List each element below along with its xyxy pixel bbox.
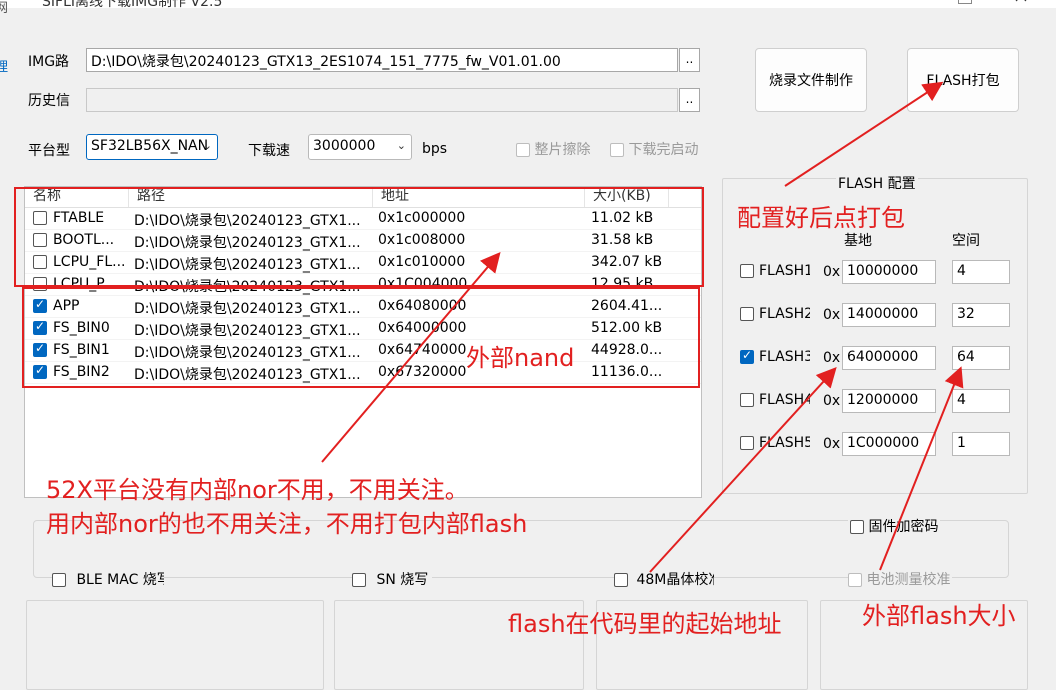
annotation-flash-addr: flash在代码里的起始地址 <box>508 610 782 638</box>
arrow-to-flash-space <box>879 366 964 571</box>
arrow-to-flash-base <box>649 367 837 573</box>
annotation-ext-nand: 外部nand <box>466 344 575 372</box>
annotation-nor-line1: 52X平台没有内部nor不用，不用关注。 <box>46 476 469 504</box>
annotation-flash-size: 外部flash大小 <box>862 602 1016 630</box>
annotation-nor-line2: 用内部nor的也不用关注，不用打包内部flash <box>46 510 528 538</box>
arrow-to-pack-button <box>784 81 944 187</box>
annotation-pack-hint: 配置好后点打包 <box>737 204 905 232</box>
